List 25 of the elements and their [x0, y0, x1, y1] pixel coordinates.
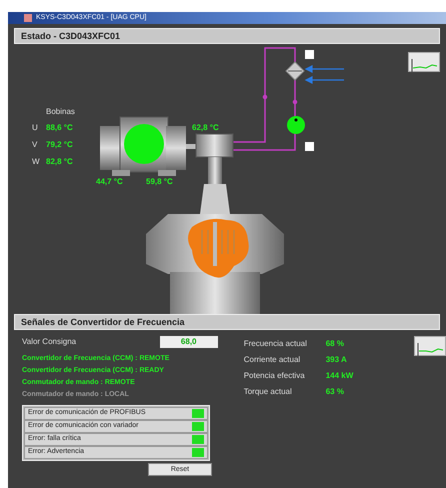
phase-label: V [32, 140, 38, 149]
temperature-reading: 88,6 °C [46, 123, 73, 132]
windings-label: Bobinas [46, 107, 75, 116]
temperature-reading: 79,2 °C [46, 140, 73, 149]
measurement-value: 63 % [326, 386, 344, 398]
temperature-reading: 82,8 °C [46, 157, 73, 166]
temperature-reading: 62,8 °C [192, 123, 219, 132]
measurement-value: 68 % [326, 338, 344, 350]
measurement-label: Frecuencia actual [244, 338, 308, 350]
app-icon [24, 14, 32, 22]
temperature-reading: 44,7 °C [96, 177, 123, 186]
phase-label: W [32, 157, 40, 166]
phase-label: U [32, 123, 38, 132]
measurement-label: Corriente actual [244, 354, 302, 366]
measurement-value: 393 A [326, 354, 347, 366]
panel-header: Señales de Convertidor de Frecuencia [14, 314, 440, 330]
panel-header: Estado - C3D043XFC01 [14, 28, 440, 44]
setpoint-label: Valor Consigna [22, 336, 76, 348]
measurement-label: Potencia efectiva [244, 370, 306, 382]
measurement-value: 144 kW [326, 370, 354, 382]
trend-icon[interactable] [414, 336, 446, 356]
temperature-reading: 59,8 °C [146, 177, 173, 186]
coupling-drawing [196, 134, 234, 158]
trend-icon[interactable] [408, 52, 440, 72]
measurement-label: Torque actual [244, 386, 293, 398]
